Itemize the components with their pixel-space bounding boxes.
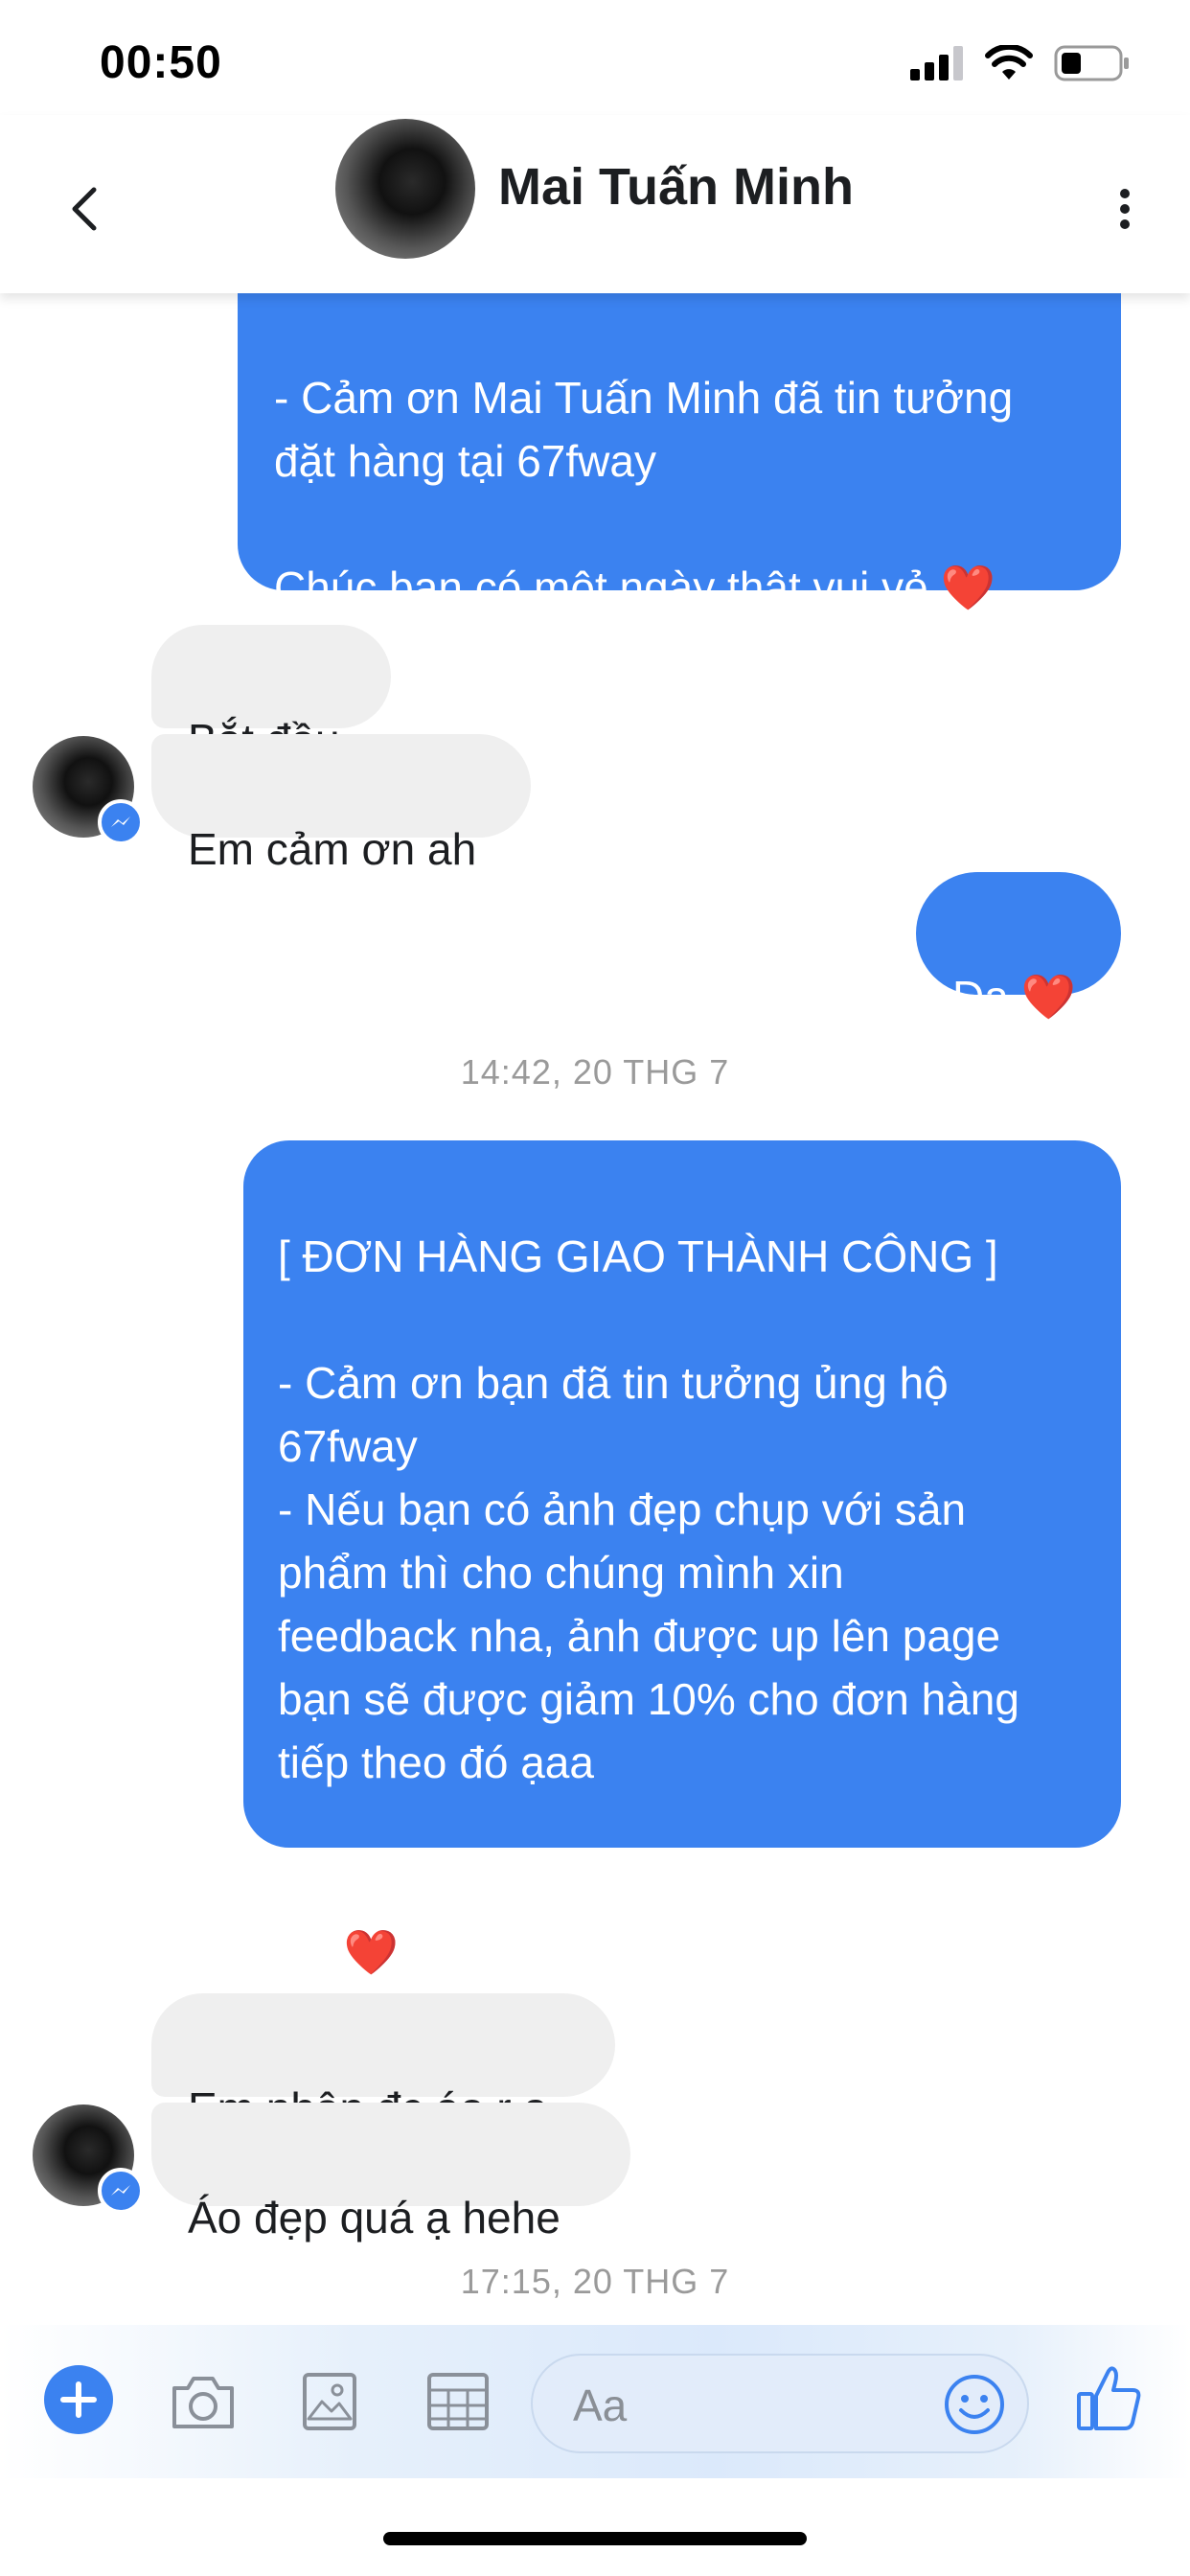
message-input-wrapper (531, 2354, 1029, 2453)
grid-menu-icon[interactable] (422, 2365, 494, 2438)
message-text: - Cảm ơn Mai Tuấn Minh đã tin tưởng đặt … (274, 373, 1014, 612)
camera-icon[interactable] (167, 2365, 240, 2438)
message-bubble-outgoing[interactable]: [ ĐƠN HÀNG GIAO THÀNH CÔNG ] - Cảm ơn bạ… (243, 1140, 1121, 1977)
messenger-badge-icon (98, 799, 144, 845)
add-more-button[interactable] (44, 2365, 113, 2434)
battery-icon (1054, 45, 1129, 81)
status-icons (910, 42, 1131, 84)
more-options-icon[interactable] (1113, 163, 1136, 255)
contact-name[interactable]: Mai Tuấn Minh (498, 157, 854, 217)
message-bubble-outgoing[interactable]: Dạ ❤️ (916, 872, 1121, 1022)
message-list[interactable]: - Cảm ơn Mai Tuấn Minh đã tin tưởng đặt … (0, 293, 1190, 2325)
timestamp: 17:15, 20 THG 7 (460, 2262, 730, 2301)
message-text: Dạ ❤️ (952, 972, 1076, 1022)
contact-avatar[interactable] (335, 119, 475, 259)
home-indicator[interactable] (383, 2532, 807, 2545)
emoji-icon[interactable] (943, 2373, 1006, 2436)
back-chevron-icon[interactable] (59, 161, 107, 253)
message-bubble-outgoing[interactable]: - Cảm ơn Mai Tuấn Minh đã tin tưởng đặt … (238, 293, 1121, 612)
timestamp: 14:42, 20 THG 7 (460, 1052, 730, 1092)
status-time: 00:50 (100, 37, 222, 88)
message-bubble-incoming[interactable]: Áo đẹp quá ạ hehe (151, 2103, 630, 2242)
conversation-header: Mai Tuấn Minh (0, 115, 1190, 293)
wifi-icon (985, 45, 1033, 80)
message-text: [ ĐƠN HÀNG GIAO THÀNH CÔNG ] - Cảm ơn bạ… (278, 1231, 1019, 1977)
plus-icon (60, 2381, 97, 2418)
signal-icon (910, 46, 963, 80)
thumbs-up-icon[interactable] (1075, 2361, 1144, 2434)
message-text: Em cảm ơn ah (188, 824, 477, 874)
message-text: Áo đẹp quá ạ hehe (188, 2193, 561, 2242)
message-bubble-incoming[interactable]: Em cảm ơn ah (151, 734, 531, 874)
message-input[interactable] (571, 2373, 901, 2438)
messenger-badge-icon (98, 2168, 144, 2214)
composer-bar (0, 2325, 1190, 2478)
message-bubble-incoming[interactable]: Bắt đầu (151, 625, 391, 765)
status-bar: 00:50 (0, 0, 1190, 134)
image-gallery-icon[interactable] (293, 2365, 366, 2438)
message-bubble-incoming[interactable]: Em nhận đc áo r ạ (151, 1993, 615, 2133)
